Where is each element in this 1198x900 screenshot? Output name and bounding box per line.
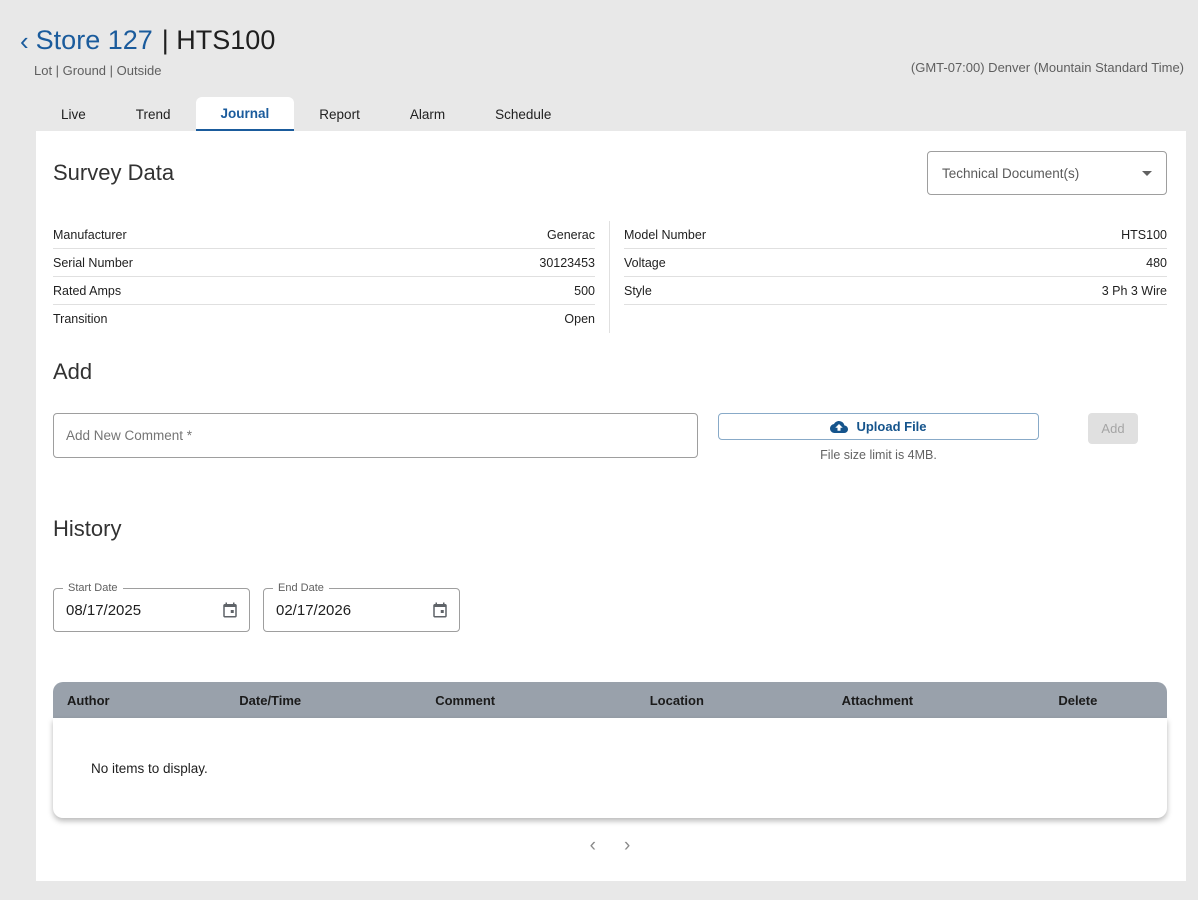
add-section-title: Add — [53, 359, 1167, 385]
history-section-title: History — [53, 516, 1167, 542]
next-page-button[interactable]: › — [618, 834, 636, 857]
technical-documents-select-value: Technical Document(s) — [942, 166, 1079, 181]
add-row: Upload File File size limit is 4MB. Add — [53, 413, 1167, 462]
page-header: ‹ Store 127 | HTS100 Lot | Ground | Outs… — [0, 0, 1198, 78]
survey-value: 3 Ph 3 Wire — [1102, 284, 1167, 298]
column-header-datetime: Date/Time — [198, 693, 343, 708]
history-table-header: Author Date/Time Comment Location Attach… — [53, 682, 1167, 718]
tab-alarm[interactable]: Alarm — [385, 97, 470, 131]
calendar-icon — [431, 601, 449, 619]
survey-row-transition: Transition Open — [53, 305, 595, 333]
page-title-store: Store 127 — [36, 25, 153, 56]
timezone-label: (GMT-07:00) Denver (Mountain Standard Ti… — [911, 60, 1184, 75]
tab-schedule[interactable]: Schedule — [470, 97, 576, 131]
upload-file-label: Upload File — [856, 419, 926, 434]
cloud-upload-icon — [830, 418, 848, 436]
column-header-author: Author — [53, 693, 198, 708]
file-size-note: File size limit is 4MB. — [718, 448, 1039, 462]
survey-label: Style — [624, 284, 652, 298]
survey-value: 480 — [1146, 256, 1167, 270]
end-date-field: End Date — [263, 588, 460, 632]
journal-panel: Survey Data Technical Document(s) Manufa… — [36, 131, 1186, 881]
survey-row-voltage: Voltage 480 — [624, 249, 1167, 277]
add-button[interactable]: Add — [1088, 413, 1138, 444]
pagination: ‹ › — [53, 834, 1167, 877]
start-date-field: Start Date — [53, 588, 250, 632]
date-filter-row: Start Date End Date — [53, 588, 1167, 632]
tab-report[interactable]: Report — [294, 97, 385, 131]
survey-row-rated-amps: Rated Amps 500 — [53, 277, 595, 305]
tab-live[interactable]: Live — [36, 97, 111, 131]
survey-label: Voltage — [624, 256, 666, 270]
end-date-input[interactable] — [276, 602, 431, 619]
new-comment-input[interactable] — [53, 413, 698, 458]
survey-label: Rated Amps — [53, 284, 121, 298]
survey-label: Manufacturer — [53, 228, 127, 242]
technical-documents-select[interactable]: Technical Document(s) — [927, 151, 1167, 195]
survey-value: HTS100 — [1121, 228, 1167, 242]
survey-row-manufacturer: Manufacturer Generac — [53, 221, 595, 249]
start-date-label: Start Date — [63, 582, 123, 594]
survey-value: Generac — [547, 228, 595, 242]
history-table: Author Date/Time Comment Location Attach… — [53, 682, 1167, 818]
column-header-location: Location — [588, 693, 766, 708]
survey-column-right: Model Number HTS100 Voltage 480 Style 3 … — [610, 221, 1167, 333]
page-title-device: | HTS100 — [162, 25, 276, 56]
survey-row-empty — [624, 305, 1167, 333]
start-date-calendar-button[interactable] — [221, 601, 239, 619]
back-chevron-icon[interactable]: ‹ — [20, 30, 29, 52]
survey-value: 500 — [574, 284, 595, 298]
column-header-delete: Delete — [989, 693, 1167, 708]
survey-label: Model Number — [624, 228, 706, 242]
calendar-icon — [221, 601, 239, 619]
survey-row-serial-number: Serial Number 30123453 — [53, 249, 595, 277]
survey-header: Survey Data Technical Document(s) — [53, 151, 1167, 195]
column-header-comment: Comment — [343, 693, 588, 708]
chevron-down-icon — [1142, 171, 1152, 176]
history-table-body: No items to display. — [53, 718, 1167, 818]
tab-bar: Live Trend Journal Report Alarm Schedule — [36, 97, 1198, 131]
survey-column-left: Manufacturer Generac Serial Number 30123… — [53, 221, 610, 333]
tab-journal[interactable]: Journal — [196, 97, 295, 131]
upload-file-button[interactable]: Upload File — [718, 413, 1039, 440]
survey-value: Open — [564, 312, 595, 326]
survey-data-title: Survey Data — [53, 160, 174, 186]
column-header-attachment: Attachment — [766, 693, 989, 708]
end-date-label: End Date — [273, 582, 329, 594]
tab-trend[interactable]: Trend — [111, 97, 196, 131]
survey-data-grid: Manufacturer Generac Serial Number 30123… — [53, 221, 1167, 333]
previous-page-button[interactable]: ‹ — [584, 834, 602, 857]
upload-area: Upload File File size limit is 4MB. — [718, 413, 1039, 462]
survey-label: Transition — [53, 312, 107, 326]
empty-table-message: No items to display. — [91, 761, 208, 776]
survey-row-model-number: Model Number HTS100 — [624, 221, 1167, 249]
start-date-input[interactable] — [66, 602, 221, 619]
end-date-calendar-button[interactable] — [431, 601, 449, 619]
survey-label: Serial Number — [53, 256, 133, 270]
title-row: ‹ Store 127 | HTS100 — [20, 25, 1184, 56]
survey-value: 30123453 — [539, 256, 595, 270]
survey-row-style: Style 3 Ph 3 Wire — [624, 277, 1167, 305]
